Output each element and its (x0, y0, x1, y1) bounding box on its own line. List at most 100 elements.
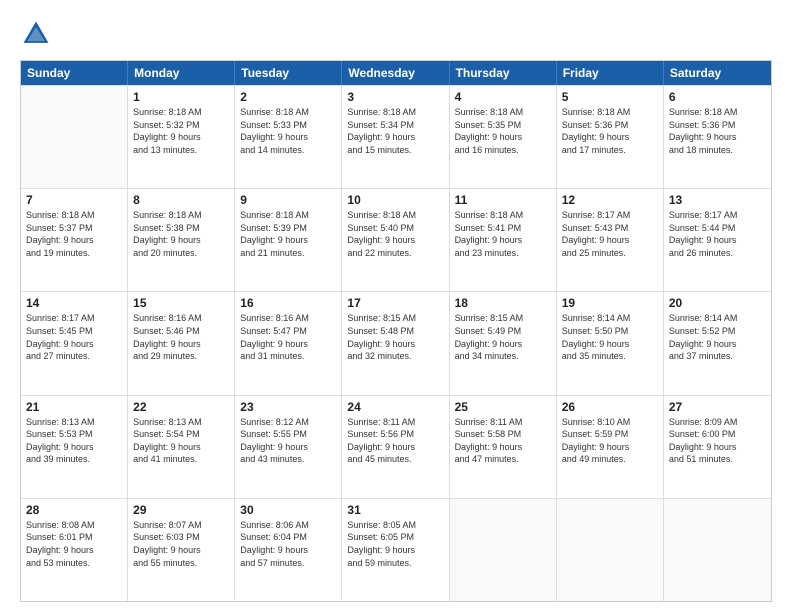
cal-cell-27: 27 Sunrise: 8:09 AM Sunset: 6:00 PM Dayli… (664, 396, 771, 498)
cal-cell-15: 15 Sunrise: 8:16 AM Sunset: 5:46 PM Dayli… (128, 292, 235, 394)
cal-header-monday: Monday (128, 61, 235, 85)
day-info: Sunrise: 8:18 AM Sunset: 5:36 PM Dayligh… (669, 106, 766, 156)
cal-cell-16: 16Sunrise: 8:16 AM Sunset: 5:47 PM Dayli… (235, 292, 342, 394)
day-number: 19 (562, 296, 658, 310)
day-number: 30 (240, 503, 336, 517)
cal-cell-21: 21Sunrise: 8:13 AM Sunset: 5:53 PM Dayli… (21, 396, 128, 498)
day-number: 3 (347, 90, 443, 104)
cal-cell-empty-4 (450, 499, 557, 601)
cal-cell-8: 8Sunrise: 8:18 AM Sunset: 5:38 PM Daylig… (128, 189, 235, 291)
cal-cell-7: 7 Sunrise: 8:18 AM Sunset: 5:37 PM Daylig… (21, 189, 128, 291)
cal-cell-empty-5 (557, 499, 664, 601)
cal-week-5: 28 Sunrise: 8:08 AM Sunset: 6:01 PM Dayli… (21, 498, 771, 601)
day-info: Sunrise: 8:18 AM Sunset: 5:36 PM Dayligh… (562, 106, 658, 156)
cal-header-tuesday: Tuesday (235, 61, 342, 85)
day-number: 4 (455, 90, 551, 104)
day-number: 16 (240, 296, 336, 310)
day-info: Sunrise: 8:18 AM Sunset: 5:39 PM Dayligh… (240, 209, 336, 259)
calendar: SundayMondayTuesdayWednesdayThursdayFrid… (20, 60, 772, 602)
day-info: Sunrise: 8:18 AM Sunset: 5:38 PM Dayligh… (133, 209, 229, 259)
day-info: Sunrise: 8:09 AM Sunset: 6:00 PM Dayligh… (669, 416, 766, 466)
day-number: 18 (455, 296, 551, 310)
cal-cell-19: 19 Sunrise: 8:14 AM Sunset: 5:50 PM Dayli… (557, 292, 664, 394)
day-number: 15 (133, 296, 229, 310)
day-number: 14 (26, 296, 122, 310)
day-info: Sunrise: 8:10 AM Sunset: 5:59 PM Dayligh… (562, 416, 658, 466)
day-info: Sunrise: 8:14 AM Sunset: 5:52 PM Dayligh… (669, 312, 766, 362)
cal-cell-22: 22 Sunrise: 8:13 AM Sunset: 5:54 PM Dayli… (128, 396, 235, 498)
logo-icon (20, 18, 52, 50)
cal-week-2: 7 Sunrise: 8:18 AM Sunset: 5:37 PM Daylig… (21, 188, 771, 291)
day-number: 26 (562, 400, 658, 414)
day-number: 17 (347, 296, 443, 310)
day-info: Sunrise: 8:18 AM Sunset: 5:41 PM Dayligh… (455, 209, 551, 259)
day-info: Sunrise: 8:16 AM Sunset: 5:46 PM Dayligh… (133, 312, 229, 362)
day-number: 23 (240, 400, 336, 414)
day-number: 29 (133, 503, 229, 517)
page: SundayMondayTuesdayWednesdayThursdayFrid… (0, 0, 792, 612)
cal-cell-12: 12 Sunrise: 8:17 AM Sunset: 5:43 PM Dayli… (557, 189, 664, 291)
cal-week-4: 21Sunrise: 8:13 AM Sunset: 5:53 PM Dayli… (21, 395, 771, 498)
day-info: Sunrise: 8:18 AM Sunset: 5:35 PM Dayligh… (455, 106, 551, 156)
cal-week-1: 1 Sunrise: 8:18 AM Sunset: 5:32 PM Daylig… (21, 85, 771, 188)
day-info: Sunrise: 8:18 AM Sunset: 5:32 PM Dayligh… (133, 106, 229, 156)
day-info: Sunrise: 8:07 AM Sunset: 6:03 PM Dayligh… (133, 519, 229, 569)
cal-header-wednesday: Wednesday (342, 61, 449, 85)
cal-cell-11: 11 Sunrise: 8:18 AM Sunset: 5:41 PM Dayli… (450, 189, 557, 291)
cal-cell-18: 18Sunrise: 8:15 AM Sunset: 5:49 PM Dayli… (450, 292, 557, 394)
cal-cell-6: 6 Sunrise: 8:18 AM Sunset: 5:36 PM Daylig… (664, 86, 771, 188)
day-info: Sunrise: 8:12 AM Sunset: 5:55 PM Dayligh… (240, 416, 336, 466)
cal-header-thursday: Thursday (450, 61, 557, 85)
cal-cell-13: 13Sunrise: 8:17 AM Sunset: 5:44 PM Dayli… (664, 189, 771, 291)
day-number: 20 (669, 296, 766, 310)
cal-cell-2: 2 Sunrise: 8:18 AM Sunset: 5:33 PM Daylig… (235, 86, 342, 188)
day-info: Sunrise: 8:18 AM Sunset: 5:37 PM Dayligh… (26, 209, 122, 259)
day-number: 6 (669, 90, 766, 104)
day-info: Sunrise: 8:11 AM Sunset: 5:56 PM Dayligh… (347, 416, 443, 466)
cal-cell-empty-0 (21, 86, 128, 188)
day-info: Sunrise: 8:17 AM Sunset: 5:45 PM Dayligh… (26, 312, 122, 362)
day-number: 25 (455, 400, 551, 414)
day-number: 1 (133, 90, 229, 104)
cal-cell-30: 30Sunrise: 8:06 AM Sunset: 6:04 PM Dayli… (235, 499, 342, 601)
day-number: 10 (347, 193, 443, 207)
day-number: 7 (26, 193, 122, 207)
cal-cell-26: 26 Sunrise: 8:10 AM Sunset: 5:59 PM Dayli… (557, 396, 664, 498)
day-number: 28 (26, 503, 122, 517)
day-number: 2 (240, 90, 336, 104)
cal-cell-23: 23 Sunrise: 8:12 AM Sunset: 5:55 PM Dayli… (235, 396, 342, 498)
day-info: Sunrise: 8:14 AM Sunset: 5:50 PM Dayligh… (562, 312, 658, 362)
day-number: 21 (26, 400, 122, 414)
cal-cell-14: 14 Sunrise: 8:17 AM Sunset: 5:45 PM Dayli… (21, 292, 128, 394)
calendar-body: 1 Sunrise: 8:18 AM Sunset: 5:32 PM Daylig… (21, 85, 771, 601)
day-info: Sunrise: 8:17 AM Sunset: 5:43 PM Dayligh… (562, 209, 658, 259)
day-info: Sunrise: 8:05 AM Sunset: 6:05 PM Dayligh… (347, 519, 443, 569)
day-info: Sunrise: 8:13 AM Sunset: 5:54 PM Dayligh… (133, 416, 229, 466)
day-number: 12 (562, 193, 658, 207)
day-info: Sunrise: 8:15 AM Sunset: 5:48 PM Dayligh… (347, 312, 443, 362)
day-number: 27 (669, 400, 766, 414)
cal-cell-1: 1 Sunrise: 8:18 AM Sunset: 5:32 PM Daylig… (128, 86, 235, 188)
day-info: Sunrise: 8:17 AM Sunset: 5:44 PM Dayligh… (669, 209, 766, 259)
cal-cell-28: 28 Sunrise: 8:08 AM Sunset: 6:01 PM Dayli… (21, 499, 128, 601)
day-info: Sunrise: 8:08 AM Sunset: 6:01 PM Dayligh… (26, 519, 122, 569)
cal-cell-3: 3 Sunrise: 8:18 AM Sunset: 5:34 PM Daylig… (342, 86, 449, 188)
day-number: 5 (562, 90, 658, 104)
cal-cell-empty-6 (664, 499, 771, 601)
cal-cell-20: 20 Sunrise: 8:14 AM Sunset: 5:52 PM Dayli… (664, 292, 771, 394)
cal-cell-24: 24Sunrise: 8:11 AM Sunset: 5:56 PM Dayli… (342, 396, 449, 498)
day-number: 22 (133, 400, 229, 414)
cal-cell-25: 25 Sunrise: 8:11 AM Sunset: 5:58 PM Dayli… (450, 396, 557, 498)
cal-header-friday: Friday (557, 61, 664, 85)
cal-cell-9: 9Sunrise: 8:18 AM Sunset: 5:39 PM Daylig… (235, 189, 342, 291)
cal-cell-17: 17 Sunrise: 8:15 AM Sunset: 5:48 PM Dayli… (342, 292, 449, 394)
cal-cell-4: 4 Sunrise: 8:18 AM Sunset: 5:35 PM Daylig… (450, 86, 557, 188)
day-info: Sunrise: 8:11 AM Sunset: 5:58 PM Dayligh… (455, 416, 551, 466)
cal-cell-29: 29 Sunrise: 8:07 AM Sunset: 6:03 PM Dayli… (128, 499, 235, 601)
day-number: 31 (347, 503, 443, 517)
calendar-header-row: SundayMondayTuesdayWednesdayThursdayFrid… (21, 61, 771, 85)
cal-cell-5: 5 Sunrise: 8:18 AM Sunset: 5:36 PM Daylig… (557, 86, 664, 188)
day-number: 11 (455, 193, 551, 207)
day-info: Sunrise: 8:18 AM Sunset: 5:34 PM Dayligh… (347, 106, 443, 156)
day-info: Sunrise: 8:18 AM Sunset: 5:33 PM Dayligh… (240, 106, 336, 156)
